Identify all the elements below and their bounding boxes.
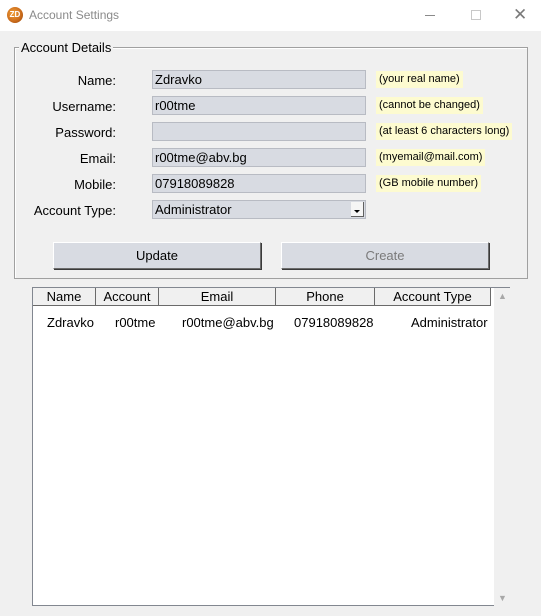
- mobile-label: Mobile:: [74, 177, 116, 192]
- account-type-select[interactable]: Administrator: [152, 200, 366, 219]
- email-label: Email:: [79, 151, 116, 166]
- username-label: Username:: [52, 99, 116, 114]
- column-header-account-type[interactable]: Account Type: [375, 288, 491, 306]
- maximize-button[interactable]: [453, 0, 499, 31]
- name-field[interactable]: Zdravko: [152, 70, 366, 89]
- account-details-legend: Account Details: [19, 40, 114, 55]
- title-bar: ZD Account Settings ✕: [0, 0, 541, 31]
- column-header-account[interactable]: Account: [96, 288, 159, 306]
- email-hint: (myemail@mail.com): [376, 149, 486, 166]
- cell-email: r00tme@abv.bg: [182, 315, 274, 330]
- column-header-phone[interactable]: Phone: [276, 288, 375, 306]
- minimize-icon: [425, 15, 435, 16]
- cell-account: r00tme: [115, 315, 156, 330]
- close-icon: ✕: [513, 5, 528, 25]
- column-header-name[interactable]: Name: [33, 288, 96, 306]
- username-hint: (cannot be changed): [376, 97, 483, 114]
- table-scrollbar[interactable]: ▲ ▼: [494, 288, 510, 606]
- password-hint: (at least 6 characters long): [376, 123, 513, 140]
- scroll-up-icon[interactable]: ▲: [498, 292, 507, 301]
- mobile-field[interactable]: 07918089828: [152, 174, 366, 193]
- maximize-icon: [471, 10, 481, 20]
- app-logo-icon: ZD: [7, 7, 23, 23]
- close-button[interactable]: ✕: [497, 0, 541, 31]
- column-header-email[interactable]: Email: [159, 288, 276, 306]
- password-label: Password:: [55, 125, 116, 140]
- accounts-table: Name Account Email Phone Account Type Zd…: [32, 287, 510, 606]
- minimize-button[interactable]: [407, 0, 453, 31]
- name-label: Name:: [77, 73, 116, 88]
- account-type-label: Account Type:: [33, 203, 116, 218]
- create-button[interactable]: Create: [281, 242, 489, 269]
- account-type-value: Administrator: [155, 202, 232, 217]
- window-title: Account Settings: [29, 8, 120, 22]
- mobile-hint: (GB mobile number): [376, 175, 482, 192]
- username-field[interactable]: r00tme: [152, 96, 366, 115]
- scroll-down-icon[interactable]: ▼: [498, 594, 507, 603]
- dropdown-arrow-icon[interactable]: [351, 202, 364, 217]
- update-button[interactable]: Update: [53, 242, 261, 269]
- cell-phone: 07918089828: [294, 315, 374, 330]
- email-field[interactable]: r00tme@abv.bg: [152, 148, 366, 167]
- cell-name: Zdravko: [47, 315, 94, 330]
- cell-account-type: Administrator: [411, 315, 488, 330]
- password-field[interactable]: [152, 122, 366, 141]
- name-hint: (your real name): [376, 71, 463, 88]
